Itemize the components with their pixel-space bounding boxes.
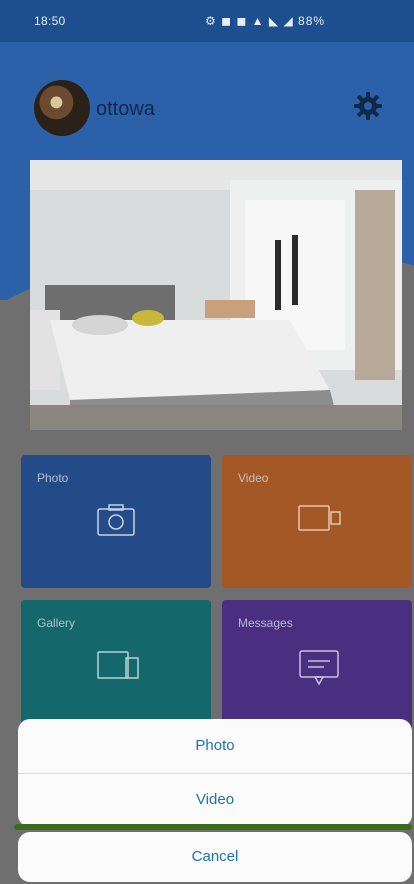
- tile-video-label: Video: [238, 471, 269, 485]
- video-icon: [298, 505, 341, 531]
- message-icon: [299, 650, 339, 686]
- app-screen: 18:50 ⚙ ◼ ◼ ▲ ◣ ◢ 88% ottowa Photo Video…: [0, 0, 414, 884]
- tile-video[interactable]: Video: [222, 455, 412, 588]
- status-bar: 18:50 ⚙ ◼ ◼ ▲ ◣ ◢ 88%: [0, 0, 414, 42]
- status-icons: ⚙ ◼ ◼ ▲ ◣ ◢ 88%: [205, 14, 326, 28]
- status-time: 18:50: [34, 14, 66, 28]
- cancel-button[interactable]: Cancel: [18, 832, 412, 882]
- profile-row: ottowa: [34, 80, 382, 140]
- username: ottowa: [96, 98, 155, 120]
- action-photo-button[interactable]: Photo: [18, 719, 412, 774]
- tile-messages[interactable]: Messages: [222, 600, 412, 733]
- tile-gallery-label: Gallery: [37, 616, 76, 630]
- camera-snapshot[interactable]: [30, 160, 402, 430]
- action-sheet: Photo Video: [18, 719, 412, 827]
- tile-photo[interactable]: Photo: [21, 455, 211, 588]
- tile-messages-label: Messages: [238, 616, 293, 630]
- avatar[interactable]: [34, 80, 90, 136]
- sheet-divider: [14, 824, 412, 830]
- action-video-button[interactable]: Video: [18, 773, 412, 827]
- camera-icon: [97, 504, 135, 536]
- tile-gallery[interactable]: Gallery: [21, 600, 211, 733]
- tile-photo-label: Photo: [37, 471, 69, 485]
- gear-icon[interactable]: [352, 90, 384, 122]
- bedroom-image: [30, 160, 402, 430]
- gallery-icon: [97, 651, 139, 679]
